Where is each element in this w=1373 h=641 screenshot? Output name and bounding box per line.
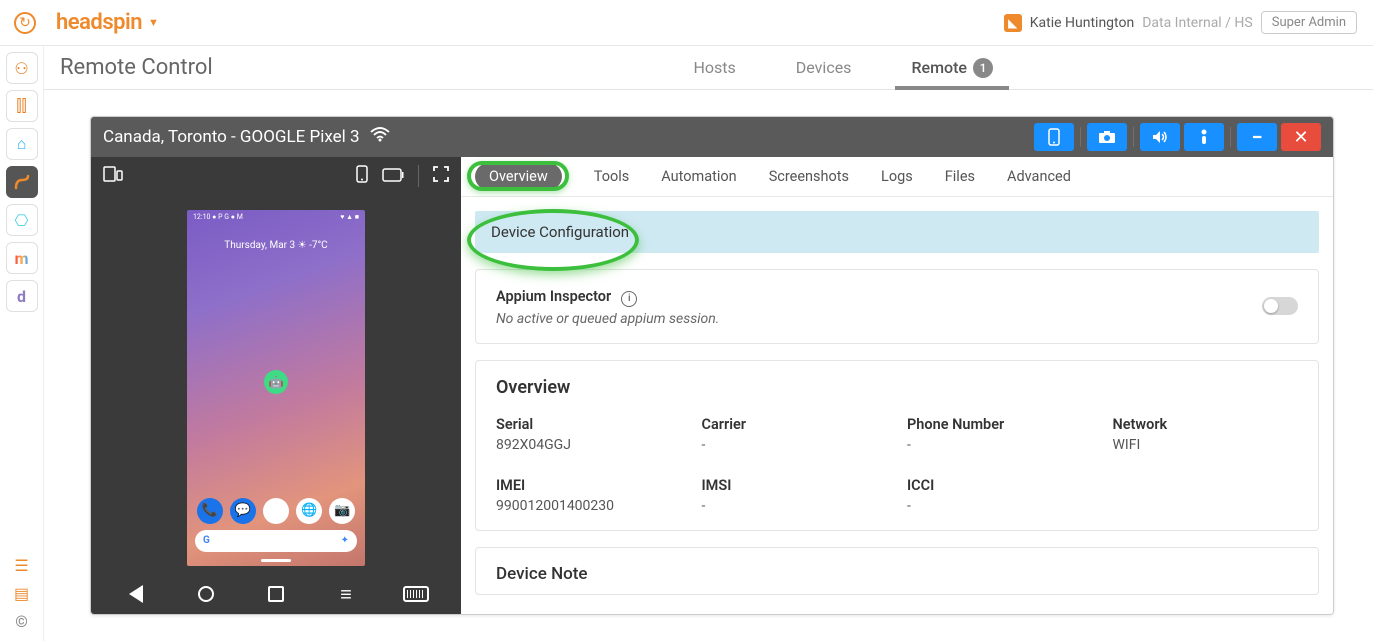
rail-chart-icon[interactable]: ⫿⫿	[6, 90, 38, 122]
devices-icon[interactable]	[103, 166, 123, 187]
tab-overview[interactable]: Overview	[475, 163, 562, 190]
user-name: Katie Huntington	[1030, 15, 1134, 31]
rail-doc-icon[interactable]: ▤	[8, 583, 36, 603]
rail-org-icon[interactable]: ⚇	[6, 52, 38, 84]
device-note-card: Device Note	[475, 547, 1319, 595]
rail-copyright-icon[interactable]: ©	[8, 611, 36, 631]
tab-remote[interactable]: Remote 1	[911, 46, 993, 89]
device-window: Canada, Toronto - GOOGLE Pixel 3	[90, 116, 1334, 615]
android-icon: 🤖	[264, 370, 288, 394]
landscape-icon[interactable]	[382, 166, 404, 187]
logo-icon	[14, 12, 36, 34]
device-info-button[interactable]	[1184, 123, 1224, 151]
dock-messages-icon[interactable]: 💬	[230, 498, 256, 524]
appium-subtitle: No active or queued appium session.	[496, 311, 719, 327]
device-close-button[interactable]: ✕	[1281, 123, 1321, 151]
tab-tools[interactable]: Tools	[594, 168, 630, 185]
device-configuration-bar[interactable]: Device Configuration	[475, 211, 1319, 253]
top-header: headspin ▼ ◣ Katie Huntington Data Inter…	[0, 0, 1373, 46]
appium-title: Appium Inspector	[496, 288, 611, 305]
rail-list-icon[interactable]: ☰	[8, 555, 36, 575]
user-avatar-icon[interactable]: ◣	[1004, 14, 1022, 32]
field-imei: IMEI 990012001400230	[496, 477, 682, 514]
tab-screenshots[interactable]: Screenshots	[769, 168, 849, 185]
tab-remote-label: Remote	[911, 58, 967, 77]
tab-files[interactable]: Files	[945, 168, 975, 185]
appium-card: Appium Inspector i No active or queued a…	[475, 269, 1319, 344]
nav-back-button[interactable]	[121, 585, 151, 603]
dock-chrome-icon[interactable]: 🌐	[296, 498, 322, 524]
rail-d-icon[interactable]: d	[6, 280, 38, 312]
overview-card: Overview Serial 892X04GGJ Carrier -	[475, 360, 1319, 531]
device-configuration-label: Device Configuration	[491, 223, 629, 241]
device-window-titlebar: Canada, Toronto - GOOGLE Pixel 3	[91, 117, 1333, 157]
tab-hosts[interactable]: Hosts	[694, 46, 736, 89]
gesture-handle	[261, 559, 291, 562]
rail-route-icon[interactable]	[6, 166, 38, 198]
tab-advanced[interactable]: Advanced	[1007, 168, 1071, 185]
phone-pane: 12:10 ● P G ● M ♥ ▲ ■ Thursday, Mar 3 ☀ …	[91, 157, 461, 614]
device-minimize-button[interactable]: −	[1237, 123, 1277, 151]
rail-m-icon[interactable]: m	[6, 242, 38, 274]
field-serial: Serial 892X04GGJ	[496, 416, 682, 453]
portrait-icon[interactable]	[356, 165, 368, 188]
field-network: Network WIFI	[1113, 416, 1299, 453]
phone-dock: 📞 💬 ▶ 🌐 📷	[187, 498, 365, 524]
tab-remote-badge: 1	[973, 58, 993, 78]
dock-camera-icon[interactable]: 📷	[329, 498, 355, 524]
device-title: Canada, Toronto - GOOGLE Pixel 3	[103, 127, 360, 147]
field-icci: ICCI -	[907, 477, 1093, 514]
logo-text: headspin	[56, 10, 142, 35]
device-phone-button[interactable]	[1034, 123, 1074, 151]
nav-menu-button[interactable]: ≡	[331, 582, 361, 607]
rail-home-icon[interactable]: ⌂	[6, 128, 38, 160]
device-note-title: Device Note	[496, 564, 1298, 584]
left-rail: ⚇ ⫿⫿ ⌂ ⎔ m d ☰ ▤ ©	[0, 46, 44, 641]
tab-logs[interactable]: Logs	[881, 168, 913, 185]
phone-date: Thursday, Mar 3 ☀ -7°C	[187, 240, 365, 251]
role-badge[interactable]: Super Admin	[1261, 11, 1357, 34]
subheader: Remote Control Hosts Devices Remote 1	[44, 46, 1373, 90]
dock-play-icon[interactable]: ▶	[263, 498, 289, 524]
phone-search-bar[interactable]: G ✦	[195, 530, 357, 552]
fullscreen-icon[interactable]	[433, 166, 449, 187]
google-g-icon: G	[203, 535, 210, 546]
status-right: ♥ ▲ ■	[340, 213, 359, 221]
detail-pane: Overview Tools Automation Screenshots Lo…	[461, 157, 1333, 614]
field-phone-number: Phone Number -	[907, 416, 1093, 453]
dock-phone-icon[interactable]: 📞	[197, 498, 223, 524]
overview-heading: Overview	[496, 377, 1298, 398]
logo-caret-icon: ▼	[148, 16, 159, 29]
phone-toolbar	[91, 157, 461, 195]
wifi-icon	[370, 127, 390, 148]
rail-search-icon[interactable]: ⎔	[6, 204, 38, 236]
page-title: Remote Control	[60, 55, 213, 80]
user-org: Data Internal / HS	[1142, 15, 1253, 31]
appium-toggle[interactable]	[1262, 297, 1298, 315]
info-icon[interactable]: i	[621, 291, 637, 307]
phone-screen[interactable]: 12:10 ● P G ● M ♥ ▲ ■ Thursday, Mar 3 ☀ …	[187, 210, 365, 566]
android-nav: ≡	[91, 574, 461, 614]
nav-keyboard-button[interactable]	[401, 586, 431, 602]
device-audio-button[interactable]	[1140, 123, 1180, 151]
status-left: 12:10 ● P G ● M	[193, 213, 243, 221]
tab-devices[interactable]: Devices	[796, 46, 852, 89]
main-area: Remote Control Hosts Devices Remote 1 Ca…	[44, 46, 1373, 641]
nav-recent-button[interactable]	[261, 586, 291, 602]
tab-automation[interactable]: Automation	[661, 168, 736, 185]
field-carrier: Carrier -	[702, 416, 888, 453]
device-camera-button[interactable]	[1087, 123, 1127, 151]
detail-tabs: Overview Tools Automation Screenshots Lo…	[461, 157, 1333, 197]
nav-home-button[interactable]	[191, 586, 221, 602]
field-imsi: IMSI -	[702, 477, 888, 514]
